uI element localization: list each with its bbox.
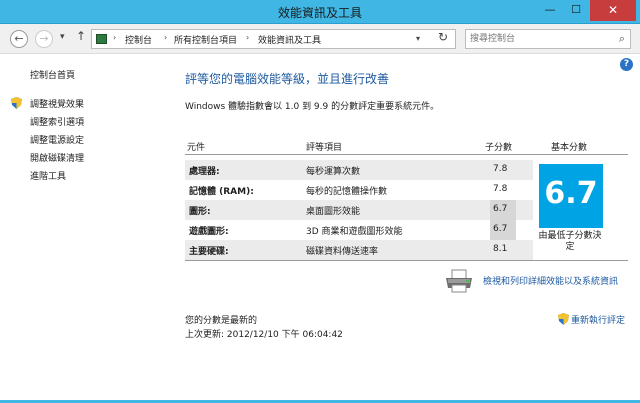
- breadcrumb-separator[interactable]: ›: [246, 33, 249, 42]
- minimize-button[interactable]: —: [537, 0, 563, 21]
- maximize-button[interactable]: ☐: [563, 0, 589, 21]
- breadcrumb-performance[interactable]: 效能資訊及工具: [258, 33, 321, 46]
- column-header-subscore: 子分數: [485, 143, 513, 153]
- address-bar[interactable]: › 控制台 › 所有控制台項目 › 效能資訊及工具 ▾ ↻: [91, 29, 456, 49]
- page-title: 評等您的電腦效能等級，並且進行改善: [185, 72, 390, 86]
- rated-item: 每秒運算次數: [306, 167, 361, 177]
- view-print-details-link[interactable]: 檢視和列印詳細效能以及系統資訊: [483, 274, 618, 287]
- search-input[interactable]: [470, 32, 610, 46]
- subscore: 6.7: [493, 224, 508, 234]
- column-header-component: 元件: [187, 143, 206, 153]
- table-row: 主要硬碟: 磁碟資料傳送速率 8.1: [185, 240, 533, 260]
- table-row: 處理器: 每秒運算次數 7.8: [185, 160, 533, 180]
- search-icon[interactable]: ⌕: [619, 32, 625, 46]
- uac-shield-icon: [11, 97, 22, 109]
- left-pane: 控制台首頁 調整視覺效果 調整索引選項 調整電源設定 開啟磁碟清理 進階工具: [0, 55, 178, 403]
- last-update: 上次更新: 2012/12/10 下午 06:04:42: [185, 330, 343, 340]
- component-name: 主要硬碟:: [189, 247, 229, 257]
- help-icon[interactable]: ?: [620, 58, 633, 71]
- up-button[interactable]: ↑: [76, 29, 86, 43]
- column-header-rated-item: 評等項目: [306, 143, 343, 153]
- close-button[interactable]: ✕: [590, 0, 636, 21]
- search-box[interactable]: ⌕: [465, 29, 631, 49]
- component-name: 圖形:: [189, 207, 211, 217]
- table-row: 記憶體 (RAM): 每秒的記憶體操作數 7.8: [185, 180, 533, 200]
- component-name: 記憶體 (RAM):: [189, 187, 254, 197]
- rerun-assessment-link[interactable]: 重新執行評定: [571, 313, 625, 326]
- table-row: 遊戲圖形: 3D 商業和遊戲圖形效能 6.7: [185, 220, 533, 240]
- navigation-bar: ← → ▾ ↑ › 控制台 › 所有控制台項目 › 效能資訊及工具 ▾ ↻ ⌕: [0, 24, 640, 54]
- rated-item: 3D 商業和遊戲圖形效能: [306, 227, 403, 237]
- recent-locations-dropdown[interactable]: ▾: [60, 32, 65, 42]
- table-header-divider: [185, 154, 628, 155]
- back-button[interactable]: ←: [10, 30, 28, 48]
- sidebar-item-control-panel-home[interactable]: 控制台首頁: [30, 68, 75, 81]
- breadcrumb-separator[interactable]: ›: [113, 33, 116, 42]
- component-name: 遊戲圖形:: [189, 227, 229, 237]
- forward-button[interactable]: →: [35, 30, 53, 48]
- intro-text: Windows 體驗指數會以 1.0 到 9.9 的分數評定重要系統元件。: [185, 102, 440, 112]
- table-row: 圖形: 桌面圖形效能 6.7: [185, 200, 533, 220]
- base-score-note: 由最低子分數決定: [538, 231, 602, 252]
- sidebar-item-power-settings[interactable]: 調整電源設定: [30, 133, 84, 146]
- rated-item: 磁碟資料傳送速率: [306, 247, 379, 257]
- refresh-button[interactable]: ↻: [435, 30, 451, 48]
- column-header-base-score: 基本分數: [551, 143, 588, 153]
- breadcrumb-control-panel[interactable]: 控制台: [125, 33, 152, 46]
- title-bar: 效能資訊及工具 — ☐ ✕: [0, 0, 640, 24]
- breadcrumb-separator[interactable]: ›: [164, 33, 167, 42]
- address-dropdown-button[interactable]: ▾: [416, 34, 420, 43]
- sidebar-item-indexing-options[interactable]: 調整索引選項: [30, 115, 84, 128]
- rated-item: 每秒的記憶體操作數: [306, 187, 388, 197]
- control-panel-icon: [96, 34, 107, 44]
- breadcrumb-all-items[interactable]: 所有控制台項目: [174, 33, 237, 46]
- sidebar-item-visual-effects[interactable]: 調整視覺效果: [30, 97, 84, 110]
- subscore: 7.8: [493, 164, 508, 174]
- uac-shield-icon: [558, 313, 569, 325]
- subscore: 6.7: [493, 204, 508, 214]
- rated-item: 桌面圖形效能: [306, 207, 361, 217]
- table-bottom-divider: [185, 260, 628, 261]
- printer-icon: [446, 269, 472, 293]
- subscore: 8.1: [493, 244, 508, 254]
- sidebar-item-advanced-tools[interactable]: 進階工具: [30, 169, 66, 182]
- base-score-value: 6.7: [544, 176, 598, 211]
- sidebar-item-disk-cleanup[interactable]: 開啟磁碟清理: [30, 151, 84, 164]
- component-name: 處理器:: [189, 167, 220, 177]
- subscore: 7.8: [493, 184, 508, 194]
- score-status: 您的分數是最新的: [185, 316, 258, 326]
